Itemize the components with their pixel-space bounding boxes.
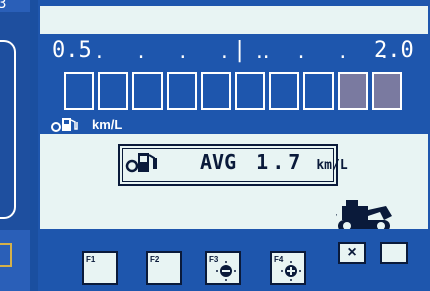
left-panel-frame xyxy=(0,40,16,219)
avg-prefix: AVG xyxy=(200,150,237,174)
bar-segment xyxy=(200,72,232,110)
scale-mid-mark: | xyxy=(233,38,247,63)
bar-segment xyxy=(371,72,403,110)
brightness-up-icon xyxy=(281,261,301,281)
brightness-down-icon xyxy=(216,261,236,281)
bar-segment xyxy=(98,72,129,110)
scale-max-label: 2.0 xyxy=(374,38,414,63)
average-readout: AVG 1.7 km/L xyxy=(200,150,348,174)
left-panel-value: 3 xyxy=(0,0,7,12)
f3-button[interactable]: F3 xyxy=(205,251,241,285)
efficiency-bar xyxy=(64,72,403,110)
bar-segment xyxy=(235,72,266,110)
fuel-pump-icon-avg xyxy=(125,153,157,173)
bar-segment xyxy=(166,72,197,110)
bar-segment xyxy=(269,72,300,110)
f1-button[interactable]: F1 xyxy=(82,251,118,285)
scale-min-label: 0.5 xyxy=(52,38,92,63)
blank-button[interactable] xyxy=(380,242,408,264)
f1-label: F1 xyxy=(86,255,96,264)
unit-label: km/L xyxy=(92,116,123,132)
unit-row: km/L xyxy=(50,116,122,132)
bottom-divider xyxy=(40,229,428,239)
f2-button[interactable]: F2 xyxy=(146,251,182,285)
close-button[interactable]: × xyxy=(338,242,366,264)
left-panel-marker xyxy=(0,243,12,267)
bar-segment xyxy=(132,72,163,110)
fuel-pump-icon xyxy=(51,118,78,132)
avg-value: 1.7 xyxy=(256,150,305,174)
avg-unit: km/L xyxy=(316,158,348,173)
f2-label: F2 xyxy=(150,255,160,264)
f4-button[interactable]: F4 xyxy=(270,251,306,285)
bar-segment xyxy=(337,72,368,110)
bar-segment xyxy=(64,72,95,110)
left-panel: 3 xyxy=(0,0,30,291)
bar-segment xyxy=(303,72,334,110)
